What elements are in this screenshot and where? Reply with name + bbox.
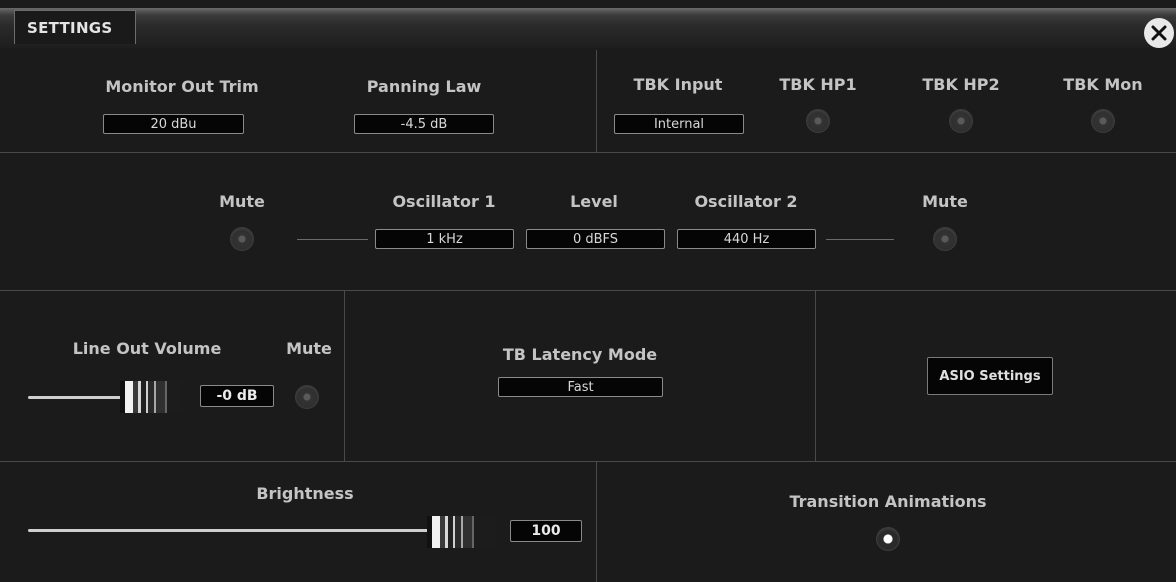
- transition-animations-label: Transition Animations: [789, 492, 987, 511]
- brightness-label: Brightness: [256, 484, 354, 503]
- oscillator2-field[interactable]: 440 Hz: [677, 229, 816, 249]
- oscillator1-field[interactable]: 1 kHz: [375, 229, 514, 249]
- brightness-value[interactable]: 100: [510, 520, 582, 542]
- tbk-hp2-toggle[interactable]: [950, 110, 972, 132]
- tbk-hp2-label: TBK HP2: [922, 75, 1000, 94]
- monitor-out-trim-label: Monitor Out Trim: [105, 77, 259, 96]
- panning-law-field[interactable]: -4.5 dB: [354, 114, 494, 134]
- oscillator1-label: Oscillator 1: [392, 192, 496, 211]
- panning-law-label: Panning Law: [366, 77, 482, 96]
- tbk-input-field[interactable]: Internal: [614, 114, 744, 134]
- tbk-mon-label: TBK Mon: [1063, 75, 1143, 94]
- line-out-mute-label: Mute: [286, 339, 332, 358]
- level-label: Level: [570, 192, 618, 211]
- title-bar: [0, 8, 1176, 48]
- oscillator1-mute-label: Mute: [219, 192, 265, 211]
- line-out-volume-slider-thumb[interactable]: [120, 381, 182, 413]
- close-icon: [1151, 25, 1167, 41]
- tbk-input-label: TBK Input: [633, 75, 723, 94]
- tbk-mon-toggle[interactable]: [1092, 110, 1114, 132]
- monitor-out-trim-field[interactable]: 20 dBu: [103, 114, 244, 134]
- brightness-track[interactable]: [28, 529, 438, 532]
- window-title: SETTINGS: [14, 10, 136, 44]
- tb-latency-mode-field[interactable]: Fast: [498, 377, 663, 397]
- divider: [344, 291, 345, 461]
- line-out-volume-track[interactable]: [28, 396, 128, 399]
- tbk-hp1-toggle[interactable]: [807, 110, 829, 132]
- oscillator2-mute-label: Mute: [922, 192, 968, 211]
- brightness-slider-thumb[interactable]: [427, 516, 497, 548]
- tbk-hp1-label: TBK HP1: [779, 75, 857, 94]
- level-field[interactable]: 0 dBFS: [526, 229, 665, 249]
- connector-line: [826, 239, 894, 240]
- divider: [0, 461, 1176, 462]
- divider: [596, 462, 597, 582]
- divider: [0, 290, 1176, 291]
- oscillator1-mute-toggle[interactable]: [231, 228, 253, 250]
- tb-latency-mode-label: TB Latency Mode: [502, 345, 658, 364]
- asio-settings-button[interactable]: ASIO Settings: [927, 357, 1053, 395]
- line-out-mute-toggle[interactable]: [296, 386, 318, 408]
- line-out-volume-label: Line Out Volume: [72, 339, 222, 358]
- connector-line: [297, 239, 368, 240]
- divider: [596, 50, 597, 152]
- oscillator2-label: Oscillator 2: [694, 192, 798, 211]
- oscillator2-mute-toggle[interactable]: [934, 228, 956, 250]
- close-button[interactable]: [1144, 18, 1174, 48]
- divider: [815, 291, 816, 461]
- line-out-volume-value[interactable]: -0 dB: [200, 385, 274, 407]
- divider: [0, 152, 1176, 153]
- transition-animations-toggle[interactable]: [877, 528, 899, 550]
